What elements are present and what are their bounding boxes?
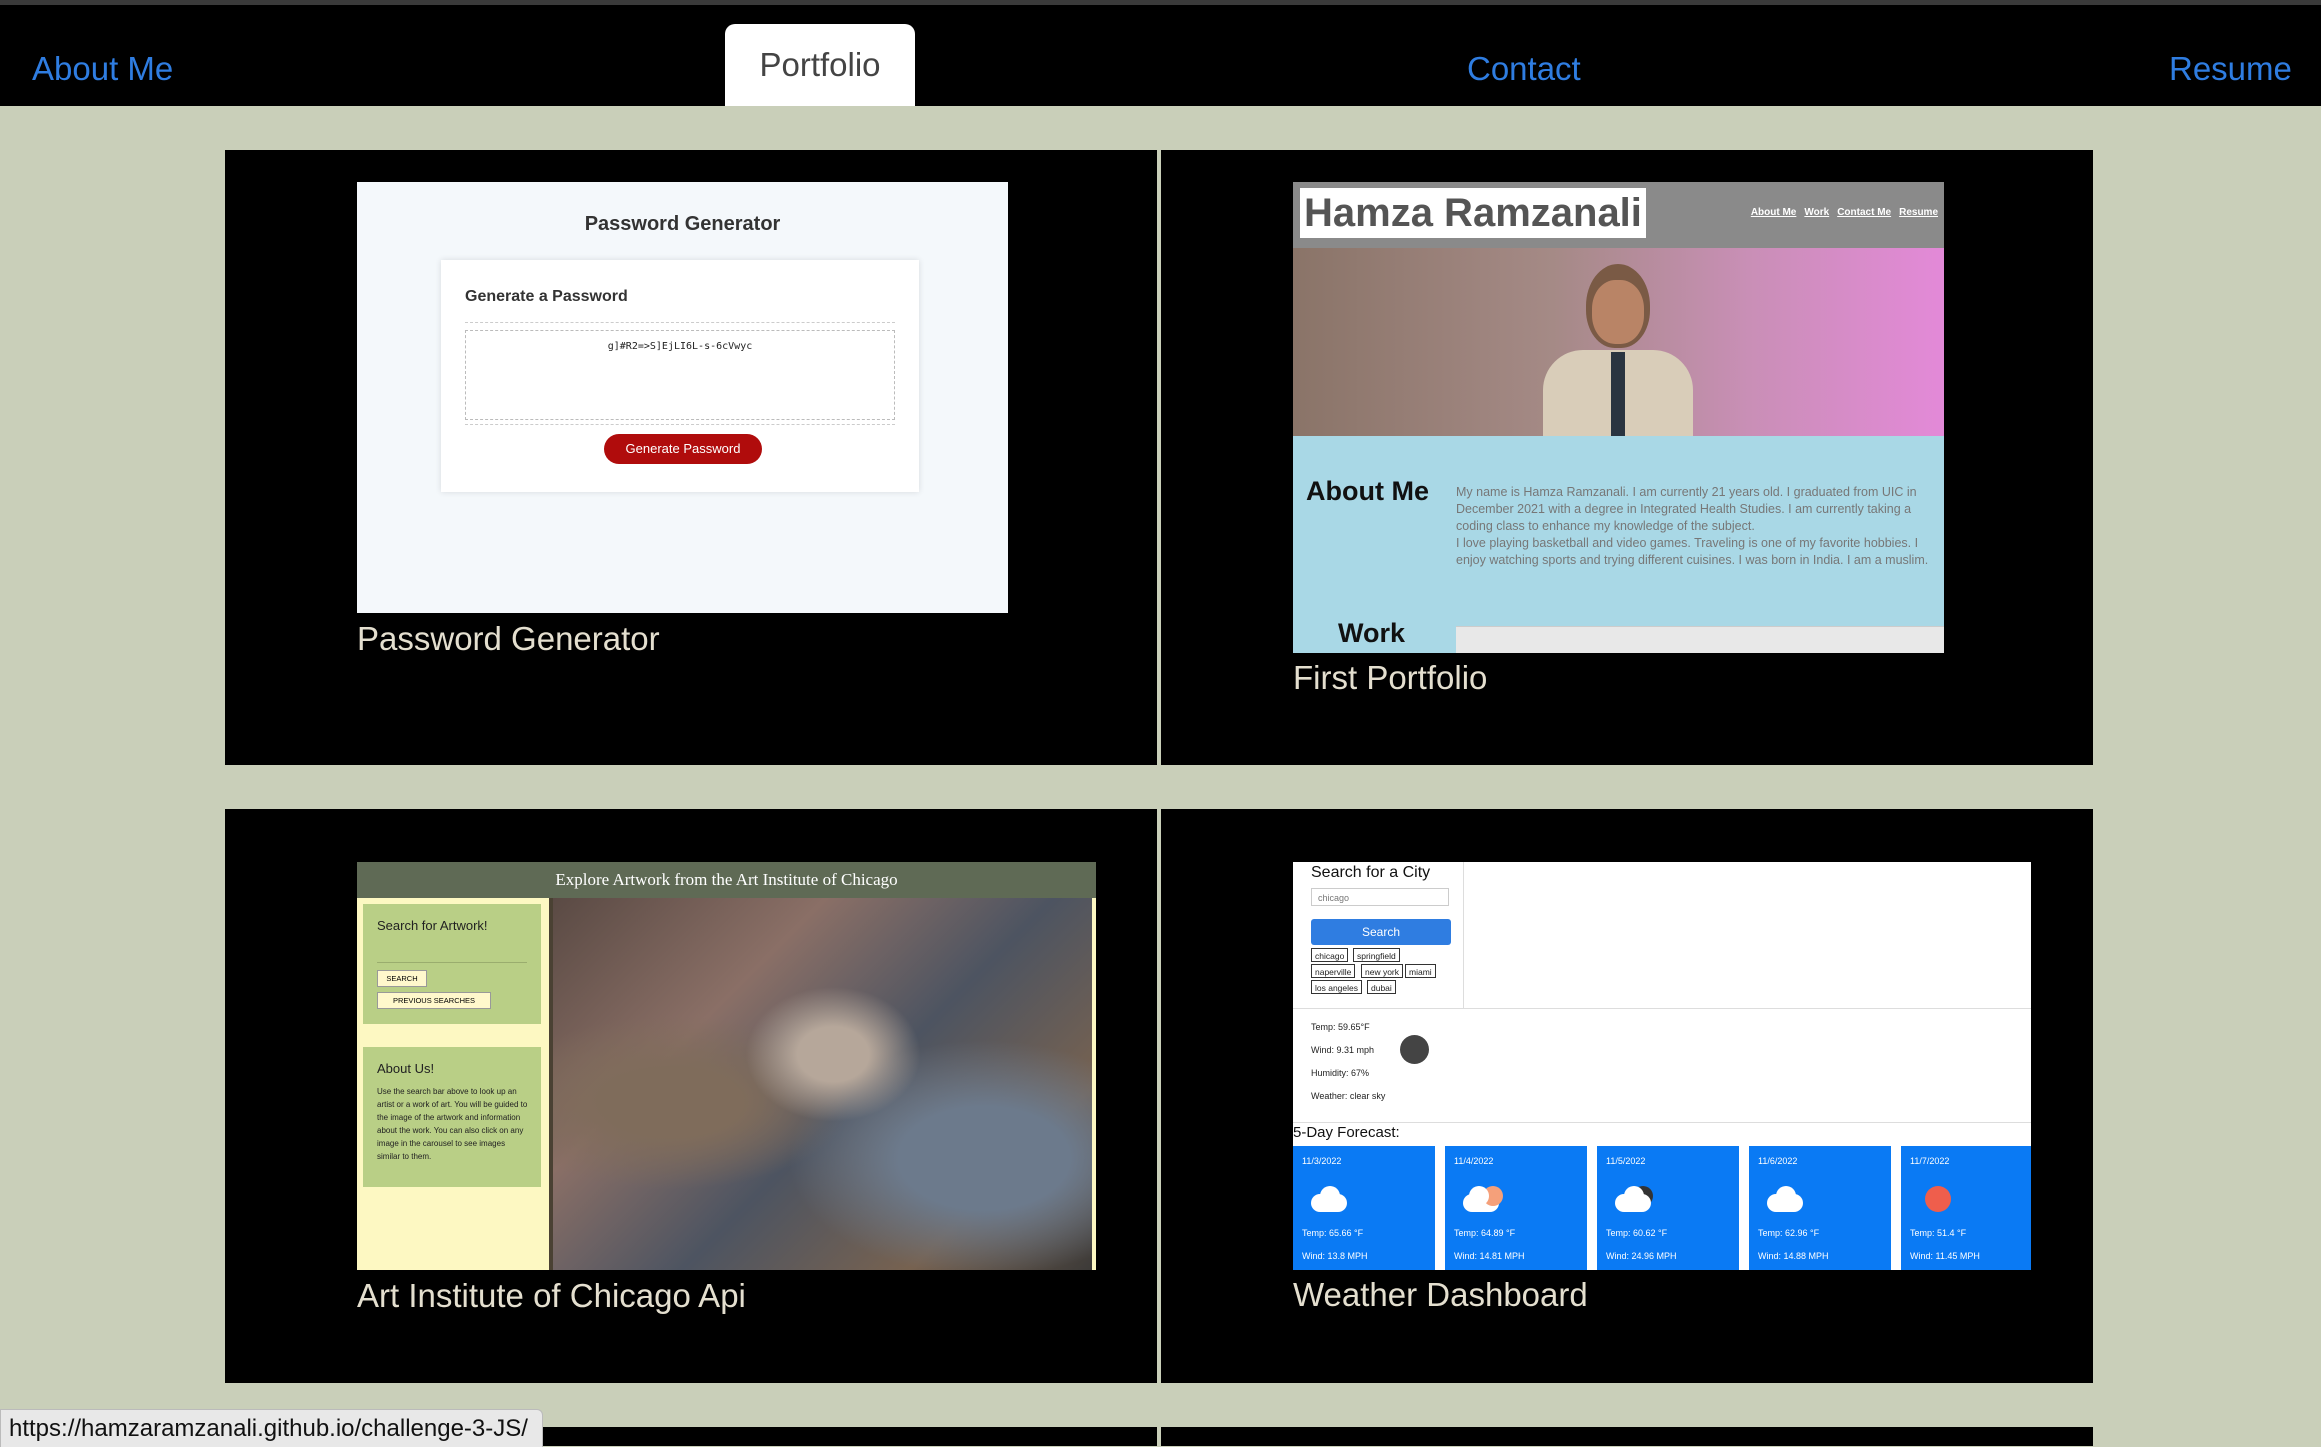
wd-search-panel: Search for a City chicago Search chicago… xyxy=(1293,862,1464,1008)
divider xyxy=(1293,1008,2031,1009)
ai-search-button: SEARCH xyxy=(377,970,427,987)
divider xyxy=(465,322,895,323)
wd-forecast-day: 11/3/2022 Temp: 65.66 °F Wind: 13.8 MPH xyxy=(1293,1146,1435,1270)
cloud-icon xyxy=(1311,1184,1347,1212)
fp-work-heading: Work xyxy=(1338,618,1406,648)
divider xyxy=(465,424,895,425)
password-generator-screenshot[interactable]: Password Generator Generate a Password g… xyxy=(357,182,1008,613)
ai-previous-searches-button: PREVIOUS SEARCHES xyxy=(377,992,491,1009)
first-portfolio-screenshot[interactable]: Hamza Ramzanali About Me Work Contact Me Re… xyxy=(1293,182,1944,653)
wd-city-chip: miami xyxy=(1405,964,1436,978)
ai-artwork-image xyxy=(549,898,1092,1270)
ai-about-title: About Us! xyxy=(377,1061,435,1076)
fp-name: Hamza Ramzanali xyxy=(1300,188,1646,238)
ai-search-title: Search for Artwork! xyxy=(377,918,488,933)
project-title: Weather Dashboard xyxy=(1293,1276,1588,1313)
wd-city-chip: dubai xyxy=(1367,980,1396,994)
divider xyxy=(377,962,527,963)
project-card-password-generator[interactable]: Password Generator Generate a Password g… xyxy=(225,150,1157,765)
wd-forecast-day: 11/7/2022 Temp: 51.4 °F Wind: 11.45 MPH xyxy=(1901,1146,2031,1270)
pg-card: Generate a Password g]#R2=>S]EjLI6L-s-6c… xyxy=(441,260,919,492)
wd-search-title: Search for a City xyxy=(1311,864,1431,881)
fp-about-heading: About Me xyxy=(1306,476,1429,506)
fp-about-text: My name is Hamza Ramzanali. I am current… xyxy=(1456,485,1929,567)
project-card-art-institute[interactable]: Explore Artwork from the Art Institute o… xyxy=(225,809,1157,1383)
cloud-icon xyxy=(1767,1184,1803,1212)
weather-dashboard-screenshot[interactable]: Search for a City chicago Search chicago… xyxy=(1293,862,2031,1270)
wd-city-chip: los angeles xyxy=(1311,980,1363,994)
wd-city-chip: naperville xyxy=(1311,964,1356,978)
wd-current-wind: Wind: 9.31 mph xyxy=(1311,1045,1375,1055)
project-title: Art Institute of Chicago Api xyxy=(357,1277,746,1314)
wd-forecast-day: 11/6/2022 Temp: 62.96 °F Wind: 14.88 MPH xyxy=(1749,1146,1891,1270)
wd-current-temp: Temp: 59.65°F xyxy=(1311,1022,1370,1032)
ai-search-panel: Search for Artwork! SEARCH PREVIOUS SEAR… xyxy=(363,904,541,1024)
ai-about-panel: About Us! Use the search bar above to lo… xyxy=(363,1047,541,1187)
wd-city-input: chicago xyxy=(1311,888,1449,906)
project-card-weather-dashboard[interactable]: Search for a City chicago Search chicago… xyxy=(1161,809,2093,1383)
wd-forecast-day: 11/5/2022 Temp: 60.62 °F Wind: 24.96 MPH xyxy=(1597,1146,1739,1270)
wd-forecast-day: 11/4/2022 Temp: 64.89 °F Wind: 14.81 MPH xyxy=(1445,1146,1587,1270)
dark-cloud-icon xyxy=(1615,1184,1653,1212)
wd-city-chip: chicago xyxy=(1311,948,1349,962)
moon-icon xyxy=(1400,1035,1429,1064)
pg-password-output: g]#R2=>S]EjLI6L-s-6cVwyc xyxy=(465,330,895,420)
nav-resume[interactable]: Resume xyxy=(2169,49,2292,89)
fp-profile-photo xyxy=(1293,248,1944,436)
wd-city-chip: new york xyxy=(1361,964,1404,978)
wd-forecast-title: 5-Day Forecast: xyxy=(1293,1124,1400,1141)
project-title: Password Generator xyxy=(357,620,660,657)
art-institute-screenshot[interactable]: Explore Artwork from the Art Institute o… xyxy=(357,862,1096,1270)
cloud-sun-icon xyxy=(1463,1184,1503,1212)
fp-work-image xyxy=(1456,626,1944,653)
project-card-first-portfolio[interactable]: Hamza Ramzanali About Me Work Contact Me Re… xyxy=(1161,150,2093,765)
sun-icon xyxy=(1919,1184,1953,1212)
nav-contact[interactable]: Contact xyxy=(1467,49,1581,89)
nav-portfolio-tab[interactable]: Portfolio xyxy=(725,24,915,106)
ai-about-text: Use the search bar above to look up an a… xyxy=(377,1087,528,1161)
divider xyxy=(1293,1122,2031,1123)
pg-generate-button: Generate Password xyxy=(604,434,762,464)
project-title: First Portfolio xyxy=(1293,659,1488,696)
pg-heading: Password Generator xyxy=(584,213,781,235)
nav-about-me[interactable]: About Me xyxy=(32,49,173,89)
wd-search-button: Search xyxy=(1311,919,1451,945)
ai-banner: Explore Artwork from the Art Institute o… xyxy=(357,862,1096,898)
fp-nav-links: About Me Work Contact Me Resume xyxy=(1750,207,1938,218)
fp-header: Hamza Ramzanali About Me Work Contact Me Re… xyxy=(1293,182,1944,248)
wd-city-chip: springfield xyxy=(1353,948,1400,962)
link-status-bar: https://hamzaramzanali.github.io/challen… xyxy=(0,1409,543,1447)
top-nav: About Me Portfolio Contact Resume xyxy=(0,5,2321,106)
wd-current-humidity: Humidity: 67% xyxy=(1311,1068,1370,1078)
wd-current-weather: Weather: clear sky xyxy=(1311,1091,1386,1101)
project-card-next[interactable] xyxy=(1161,1427,2093,1446)
pg-card-title: Generate a Password xyxy=(465,288,628,305)
